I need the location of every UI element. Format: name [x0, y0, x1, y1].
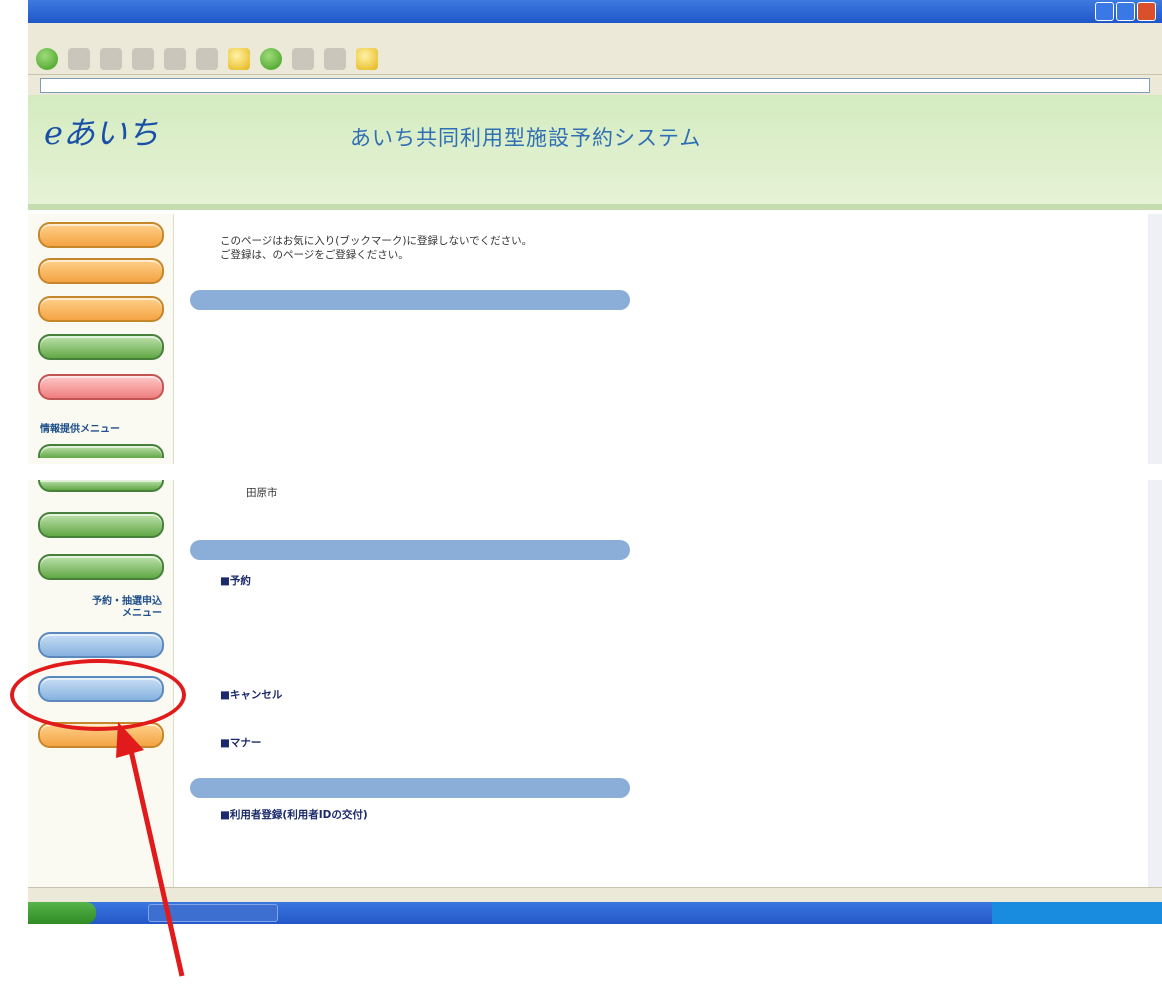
browser-toolbar [28, 43, 1162, 75]
favorites-icon[interactable] [228, 47, 250, 70]
sidebar-button[interactable] [38, 296, 164, 322]
folder-icon[interactable] [356, 47, 378, 70]
sidebar-button[interactable] [38, 444, 164, 458]
sidebar-button[interactable] [38, 374, 164, 400]
section-header-procedure [190, 778, 630, 798]
scrollbar[interactable] [1148, 214, 1162, 887]
menu-bar [28, 23, 1162, 43]
system-tray [992, 902, 1162, 924]
info-menu-label: 情報提供メニュー [40, 424, 120, 435]
back-icon[interactable] [36, 47, 58, 70]
cancel-title: ■キャンセル [220, 689, 283, 701]
maximize-button[interactable] [1116, 2, 1135, 21]
close-button[interactable] [1137, 2, 1156, 21]
search-icon[interactable] [196, 47, 218, 70]
section-header-overview [190, 290, 630, 310]
minimize-button[interactable] [1095, 2, 1114, 21]
screenshot: eあいち あいち共同利用型施設予約システム 情報提供メニュー 予約・抽選申込 メ… [0, 0, 1162, 986]
forward-icon[interactable] [68, 47, 90, 70]
refresh-icon[interactable] [132, 47, 154, 70]
mail-icon[interactable] [292, 47, 314, 70]
home-icon[interactable] [164, 47, 186, 70]
sidebar-button[interactable] [38, 554, 164, 580]
notice-text: ご登録は、のページをご登録ください。 [220, 249, 409, 261]
sidebar-button[interactable] [38, 512, 164, 538]
stop-icon[interactable] [100, 47, 122, 70]
annotation-arrow [116, 722, 185, 977]
screenshot-seam [0, 464, 1162, 480]
section-header-usage [190, 540, 630, 560]
window-controls [1095, 2, 1156, 21]
site-banner [28, 95, 1162, 210]
window-title-bar [28, 0, 1162, 23]
print-icon[interactable] [324, 47, 346, 70]
site-title: あいち共同利用型施設予約システム [350, 126, 702, 150]
sidebar-button[interactable] [38, 480, 164, 492]
status-bar [28, 887, 1162, 902]
history-icon[interactable] [260, 47, 282, 70]
sidebar-button[interactable] [38, 258, 164, 284]
address-bar [28, 75, 1162, 95]
municipality-tahara: 田原市 [246, 487, 278, 499]
site-logo[interactable]: eあいち [44, 108, 159, 154]
sidebar-button[interactable] [38, 632, 164, 658]
reserve-title: ■予約 [220, 575, 251, 587]
taskbar [28, 902, 1162, 924]
manner-title: ■マナー [220, 737, 262, 749]
address-input[interactable] [40, 77, 1150, 93]
sidebar-button[interactable] [38, 334, 164, 360]
register-title: ■利用者登録(利用者IDの交付) [220, 809, 368, 821]
start-button[interactable] [28, 902, 96, 924]
sidebar-button-top[interactable] [38, 222, 164, 248]
notice-text: このページはお気に入り(ブックマーク)に登録しないでください。 [220, 235, 533, 247]
reserve-menu-label: 予約・抽選申込 メニュー [92, 596, 162, 619]
